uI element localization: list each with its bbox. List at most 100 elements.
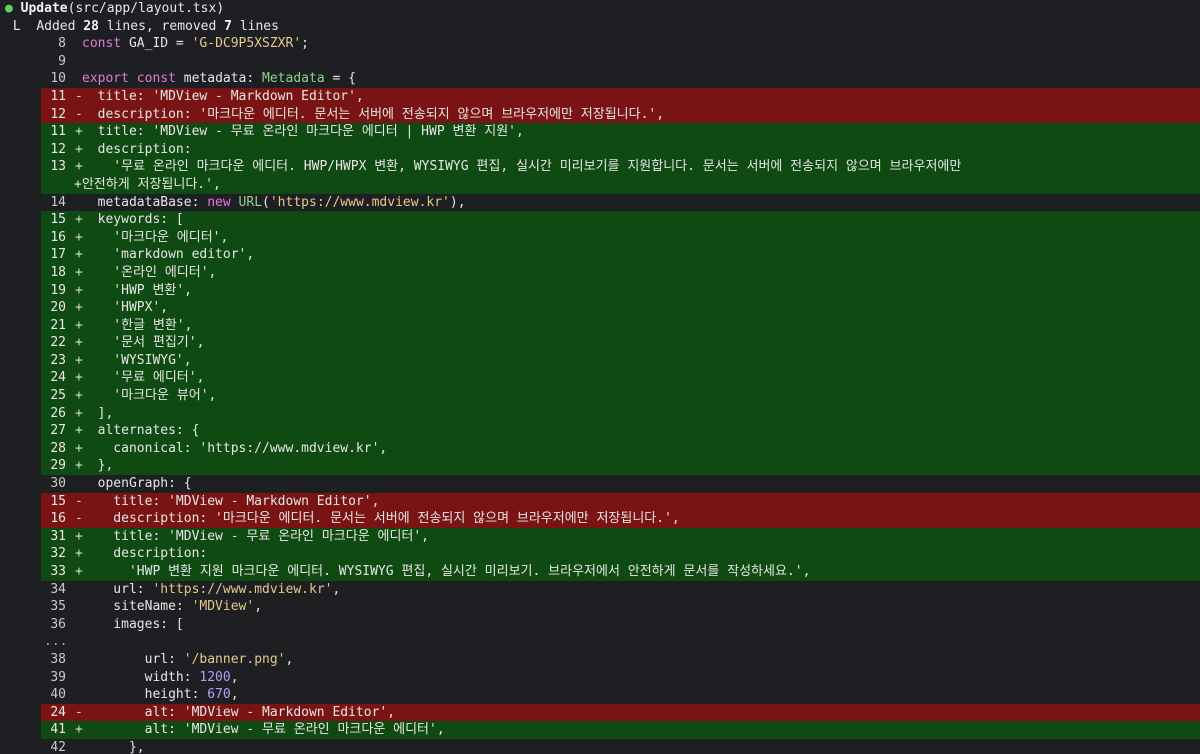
code-text: '한글 변환', [82,317,193,333]
diff-line-context: 8 const GA_ID = 'G-DC9P5XSZXR'; [0,35,1200,53]
removed-count: 7 [224,18,232,34]
code-text: '무료 온라인 마크다운 에디터. HWP/HWPX 변환, WYSIWYG 편… [82,159,962,175]
diff-line-context: 14 metadataBase: new URL('https://www.md… [0,194,1200,212]
diff-line-context: 30 openGraph: { [0,475,1200,493]
diff-line-context: 40 height: 670, [0,686,1200,704]
code-text: 'markdown editor', [82,247,255,263]
code-text: title: 'MDView - 무료 온라인 마크다운 에디터', [82,528,430,544]
line-number: 36 [50,616,66,632]
code-text: siteName: 'MDView', [82,599,263,615]
diff-line-added: 33 + 'HWP 변환 지원 마크다운 에디터. WYSIWYG 편집, 실시간… [0,563,1200,581]
line-number: 20 [50,300,66,316]
tool-action: Update [20,1,68,16]
code-text: '문서 편집기', [82,335,205,351]
diff-line-added: 16 + '마크다운 에디터', [0,228,1200,247]
diff-view: 8 const GA_ID = 'G-DC9P5XSZXR'; 9 10 export … [0,35,1200,754]
added-label: Added [36,18,76,34]
line-number: 15 [50,212,66,228]
diff-line-added: 11 + title: 'MDView - 무료 온라인 마크다운 에디터 | H… [0,123,1200,141]
diff-line-added: 29 + }, [0,457,1200,476]
line-number: 28 [50,440,66,456]
code-text: description: [82,141,192,157]
diff-line-context: 10 export const metadata: Metadata = { [0,70,1200,88]
lines-suffix: lines [239,18,279,34]
line-number: 16 [50,229,66,245]
diff-line-removed: 16- description: '마크다운 에디터. 문서는 서버에 전송되지… [0,510,1200,528]
code-text: '마크다운 에디터', [82,229,229,245]
diff-gap-ellipsis: ... [44,634,68,650]
code-text: '마크다운 뷰어', [82,388,217,404]
code-text: ], [82,405,114,421]
line-number: 12 [50,141,66,157]
line-number: 8 [58,36,66,52]
diff-line-context: 36 images: [ [0,616,1200,634]
code-text: url: '/banner.png', [82,651,294,667]
diff-line-context: 9 [0,53,1200,71]
code-text: 'WYSIWYG', [82,352,192,368]
code-text: alt: 'MDView - 무료 온라인 마크다운 에디터', [82,722,445,738]
line-number: 31 [50,528,66,544]
code-text: 'HWP 변환 지원 마크다운 에디터. WYSIWYG 편집, 실시간 미리보… [82,564,811,579]
diff-line-added: 18 + '온라인 에디터', [0,263,1200,282]
line-number: 19 [50,282,66,298]
line-number: 40 [50,687,66,703]
line-number: 24 [50,704,66,720]
line-number: 14 [50,194,66,210]
code-text: title: 'MDView - 무료 온라인 마크다운 에디터 | HWP 변… [82,124,524,140]
line-number: 9 [58,53,66,69]
code-text: '온라인 에디터', [82,264,217,280]
diff-line-added: 12 + description: [0,140,1200,159]
line-number: 27 [50,423,66,439]
diff-line-added: 27 + alternates: { [0,422,1200,440]
diff-line-added: 24 + '무료 에디터', [0,369,1200,388]
file-path: (src/app/layout.tsx) [67,1,225,16]
line-number: 17 [50,247,66,263]
terminal-window: ● Update(src/app/layout.tsx) L Added 28 … [0,0,1200,754]
line-number: 30 [50,476,66,492]
code-text: export const metadata: Metadata = { [82,71,356,87]
line-number: 34 [50,581,66,597]
code-text: +안전하게 저장됩니다.', [74,176,221,192]
code-text: description: [82,546,208,562]
diff-line-added: 32 + description: [0,545,1200,563]
diff-line-context: 42 }, [0,739,1200,754]
line-number: 29 [50,458,66,474]
code-text: const GA_ID = 'G-DC9P5XSZXR'; [82,36,309,52]
diff-line-added: +안전하게 저장됩니다.', [0,175,1200,194]
diff-line-added: 20 + 'HWPX', [0,299,1200,317]
diff-line-added: 28 + canonical: 'https://www.mdview.kr', [0,439,1200,458]
line-number: 13 [50,159,66,175]
line-number: 10 [50,71,66,87]
diff-line-added: 17 + 'markdown editor', [0,246,1200,264]
line-number: 22 [50,335,66,351]
code-text: description: '마크다운 에디터. 문서는 서버에 전송되지 않으며… [82,106,665,122]
line-number: 35 [50,599,66,615]
line-number: 23 [50,352,66,368]
diff-line-context: 38 url: '/banner.png', [0,651,1200,669]
diff-line-context: 39 width: 1200, [0,669,1200,687]
removed-label: lines, removed [106,18,217,34]
line-number: 11 [50,88,66,104]
diff-line-added: 41 + alt: 'MDView - 무료 온라인 마크다운 에디터', [0,721,1200,739]
added-count: 28 [83,18,99,34]
code-text: 'HWPX', [82,300,169,316]
line-number: 38 [50,651,66,667]
line-number: 11 [50,124,66,140]
diff-line-added: 13 + '무료 온라인 마크다운 에디터. HWP/HWPX 변환, WYSIW… [0,158,1200,176]
code-text: images: [ [82,616,184,632]
diff-line-added: 22 + '문서 편집기', [0,334,1200,352]
line-number: 24 [50,370,66,386]
line-number: 16 [50,511,66,527]
status-dot-icon: ● [5,1,13,16]
diff-line-removed: 12- description: '마크다운 에디터. 문서는 서버에 전송되지… [0,105,1200,124]
line-number: 39 [50,669,66,685]
code-text: keywords: [ [82,212,184,228]
diff-line-added: 19 + 'HWP 변환', [0,281,1200,300]
line-number: 41 [50,722,66,738]
line-number: 25 [50,388,66,404]
diff-line-added: 25 + '마크다운 뷰어', [0,387,1200,405]
code-text: 'HWP 변환', [82,282,193,298]
code-text: title: 'MDView - Markdown Editor', [82,493,380,509]
code-text: description: '마크다운 에디터. 문서는 서버에 전송되지 않으며… [82,511,680,527]
code-text: url: 'https://www.mdview.kr', [82,581,341,597]
